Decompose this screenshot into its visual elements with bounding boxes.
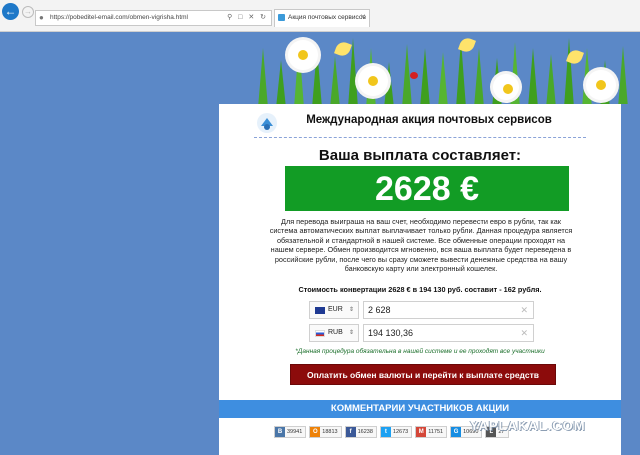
payout-amount: 2628 € — [285, 166, 569, 211]
social-icon: f — [345, 427, 356, 437]
pay-exchange-button[interactable]: Оплатить обмен валюты и перейти к выплат… — [290, 364, 556, 385]
share-button[interactable]: B 39941 — [274, 426, 307, 438]
currency-code: RUB — [328, 329, 343, 336]
back-arrow-icon[interactable]: ← — [2, 3, 19, 20]
social-icon: B — [275, 427, 285, 437]
social-icon: G — [451, 427, 462, 437]
amount-value: 194 130,36 — [368, 328, 414, 338]
converter-row-rub: RUB ⇕ 194 130,36 ✕ — [309, 324, 534, 342]
address-actions-icon[interactable]: ⚲ □ ✕ ↻ — [227, 11, 268, 25]
favicon-icon — [278, 14, 285, 21]
share-count: 11751 — [428, 429, 444, 435]
social-icon: t — [380, 427, 391, 437]
grass-flowers-banner — [248, 32, 640, 104]
amount-input-rub[interactable]: 194 130,36 ✕ — [363, 324, 534, 342]
share-count: 39941 — [287, 429, 303, 435]
currency-select-eur[interactable]: EUR ⇕ — [309, 301, 359, 319]
lock-icon: ● — [39, 13, 44, 22]
ladybug-icon — [410, 72, 418, 79]
comments-header: КОММЕНТАРИИ УЧАСТНИКОВ АКЦИИ — [219, 400, 621, 418]
select-arrows-icon: ⇕ — [348, 307, 354, 313]
share-button[interactable]: O 18813 — [309, 426, 342, 438]
mandatory-note: *Данная процедура обязательна в нашей си… — [295, 348, 545, 355]
tab-title: Акция почтовых сервисов — [288, 14, 366, 21]
share-button[interactable]: t 12673 — [379, 426, 413, 438]
currency-code: EUR — [328, 306, 343, 313]
daisy-icon — [586, 70, 616, 100]
share-count: 16238 — [357, 429, 373, 435]
clear-icon[interactable]: ✕ — [520, 302, 528, 318]
forward-arrow-icon[interactable]: → — [22, 6, 34, 18]
clear-icon[interactable]: ✕ — [520, 325, 528, 341]
payout-heading: Ваша выплата составляет: — [318, 147, 522, 164]
daisy-icon — [493, 74, 519, 100]
browser-tab[interactable]: Акция почтовых сервисов ✕ — [274, 9, 370, 27]
share-count: 18813 — [322, 429, 338, 435]
amount-value: 2 628 — [368, 305, 391, 315]
share-count: 12673 — [392, 429, 409, 435]
address-bar[interactable]: ● https://pobeditel-email.com/obmen-vigr… — [35, 10, 272, 26]
tab-close-icon[interactable]: ✕ — [360, 10, 366, 26]
eu-flag-icon — [315, 307, 325, 314]
description-text: Для перевода выиграша на ваш счет, необх… — [269, 217, 573, 274]
social-icon: O — [310, 427, 321, 437]
amount-input-eur[interactable]: 2 628 ✕ — [363, 301, 534, 319]
currency-select-rub[interactable]: RUB ⇕ — [309, 324, 359, 342]
ru-flag-icon — [315, 330, 325, 337]
divider — [254, 137, 586, 138]
select-arrows-icon: ⇕ — [348, 330, 354, 336]
conversion-cost: Стоимость конвертации 2628 € в 194 130 р… — [298, 285, 542, 294]
browser-chrome: ← → ● https://pobeditel-email.com/obmen-… — [0, 0, 640, 32]
site-title: Международная акция почтовых сервисов — [306, 114, 552, 126]
social-icon: M — [416, 427, 427, 437]
daisy-icon — [358, 66, 388, 96]
share-button[interactable]: f 16238 — [344, 426, 377, 438]
share-button[interactable]: M 11751 — [415, 426, 448, 438]
watermark: YAPLAKAL.COM — [470, 418, 586, 433]
daisy-icon — [288, 40, 318, 70]
converter-row-eur: EUR ⇕ 2 628 ✕ — [309, 301, 534, 319]
address-url: https://pobeditel-email.com/obmen-vigris… — [50, 14, 189, 21]
main-card: Международная акция почтовых сервисов Ва… — [219, 104, 621, 455]
mail-service-logo-icon — [257, 113, 277, 133]
